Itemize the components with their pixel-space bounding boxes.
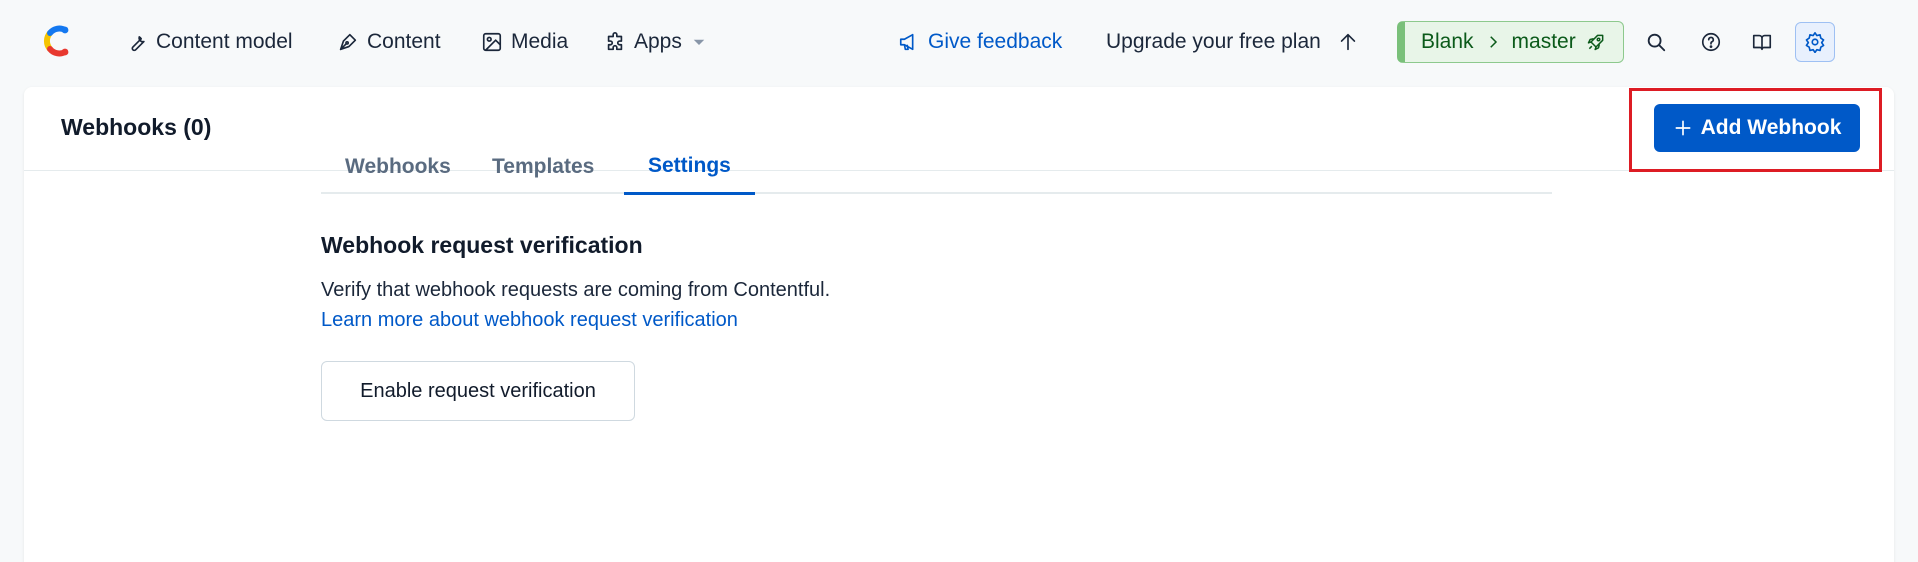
- section-title: Webhook request verification: [321, 232, 643, 258]
- help-circle-icon: [1701, 32, 1721, 52]
- nav-apps[interactable]: Apps: [604, 28, 708, 56]
- docs-button[interactable]: [1742, 22, 1782, 62]
- tab-settings[interactable]: Settings: [624, 140, 755, 195]
- space-name: Blank: [1421, 30, 1474, 53]
- feedback-label: Give feedback: [928, 30, 1063, 53]
- environment-switcher[interactable]: Blank master: [1397, 21, 1624, 63]
- contentful-logo-icon[interactable]: [38, 22, 74, 60]
- search-icon: [1647, 33, 1666, 52]
- nav-label: Content: [367, 30, 441, 53]
- search-button[interactable]: [1636, 22, 1676, 62]
- nav-label: Media: [511, 30, 569, 53]
- page-title: Webhooks (0): [61, 114, 212, 140]
- settings-button[interactable]: [1795, 22, 1835, 62]
- help-button[interactable]: [1691, 22, 1731, 62]
- nav-label: Apps: [634, 30, 682, 53]
- nav-label: Content model: [156, 30, 293, 53]
- pen-icon: [339, 33, 357, 51]
- megaphone-icon: [899, 33, 914, 51]
- gear-icon: [1805, 32, 1825, 53]
- nav-content-model[interactable]: Content model: [126, 28, 293, 56]
- plus-icon: [1675, 120, 1691, 136]
- tab-webhooks[interactable]: Webhooks: [321, 140, 475, 194]
- add-webhook-label: Add Webhook: [1700, 116, 1842, 139]
- upgrade-plan-link[interactable]: Upgrade your free plan: [1106, 28, 1359, 56]
- section-description: Verify that webhook requests are coming …: [321, 279, 831, 301]
- top-navigation: Content model Content Media Apps Give fe…: [0, 0, 1918, 84]
- rocket-icon: [1587, 34, 1604, 51]
- nav-content[interactable]: Content: [337, 28, 441, 56]
- learn-more-link[interactable]: Learn more about webhook request verific…: [321, 309, 738, 332]
- upgrade-label: Upgrade your free plan: [1106, 30, 1321, 53]
- tab-bar: Webhooks Templates Settings: [321, 140, 1552, 195]
- chevron-down-icon: [693, 39, 705, 45]
- book-icon: [1752, 34, 1772, 51]
- chevron-right-icon: [1489, 36, 1497, 48]
- image-icon: [482, 32, 502, 52]
- enable-verification-button[interactable]: Enable request verification: [321, 361, 635, 421]
- environment-name: master: [1511, 30, 1576, 53]
- tab-templates[interactable]: Templates: [468, 140, 618, 194]
- wrench-icon: [131, 36, 145, 52]
- give-feedback-link[interactable]: Give feedback: [898, 28, 1062, 56]
- arrow-up-icon: [1340, 33, 1356, 51]
- nav-media[interactable]: Media: [481, 28, 568, 56]
- add-webhook-button[interactable]: Add Webhook: [1654, 104, 1860, 152]
- puzzle-icon: [607, 32, 623, 51]
